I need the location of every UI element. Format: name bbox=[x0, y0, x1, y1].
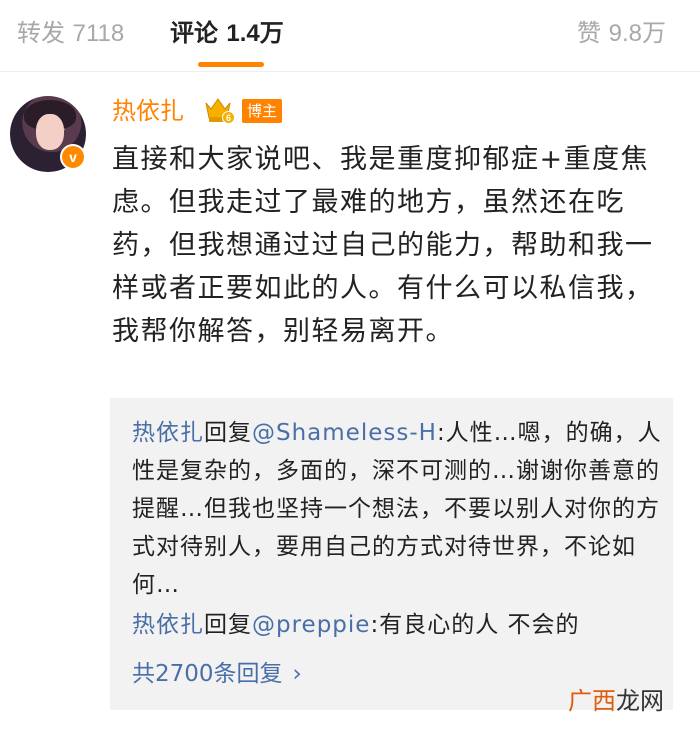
tab-like[interactable]: 赞 9.8万 bbox=[577, 16, 666, 51]
crown-icon[interactable]: 6 bbox=[203, 94, 235, 124]
more-replies-link[interactable]: 共2700条回复 › bbox=[132, 656, 302, 692]
more-replies-label: 共2700条回复 bbox=[132, 661, 283, 687]
watermark-part2: 龙网 bbox=[616, 687, 664, 715]
tab-repost-count: 7118 bbox=[72, 20, 125, 47]
tab-like-count: 9.8万 bbox=[608, 20, 666, 47]
verified-badge-icon: v bbox=[60, 144, 86, 170]
comment-text: 直接和大家说吧、我是重度抑郁症+重度焦虑。但我走过了最难的地方，虽然还在吃药，但… bbox=[112, 144, 654, 347]
reply-box[interactable]: 热依扎回复@Shameless-H:人性…嗯，的确，人性是复杂的，多面的，深不可… bbox=[110, 398, 673, 710]
tab-like-label: 赞 bbox=[576, 19, 601, 47]
reply-mention[interactable]: @Shameless-H bbox=[252, 420, 437, 446]
watermark-part1: 广西 bbox=[568, 687, 616, 715]
tab-repost-label: 转发 bbox=[17, 19, 65, 47]
reply-action: 回复 bbox=[204, 420, 252, 446]
watermark: 广西龙网 bbox=[568, 684, 664, 718]
chevron-right-icon: › bbox=[292, 661, 302, 687]
reply-item[interactable]: 热依扎回复@Shameless-H:人性…嗯，的确，人性是复杂的，多面的，深不可… bbox=[132, 414, 662, 604]
tab-bar: 转发 7118 评论 1.4万 赞 9.8万 bbox=[0, 0, 700, 72]
tab-comment[interactable]: 评论 1.4万 bbox=[170, 16, 284, 51]
tab-comment-count: 1.4万 bbox=[226, 20, 284, 47]
reply-author[interactable]: 热依扎 bbox=[132, 420, 204, 446]
active-tab-indicator bbox=[198, 62, 264, 67]
tab-repost[interactable]: 转发 7118 bbox=[17, 16, 124, 51]
reply-text: :人性…嗯，的确，人性是复杂的，多面的，深不可测的…谢谢你善意的提醒…但我也坚持… bbox=[132, 420, 662, 598]
avatar-face bbox=[36, 114, 64, 150]
tab-comment-label: 评论 bbox=[170, 19, 218, 47]
author-tag: 博主 bbox=[242, 99, 283, 123]
crown-level: 6 bbox=[222, 111, 235, 124]
comment-username[interactable]: 热依扎 bbox=[112, 95, 184, 127]
reply-item[interactable]: 热依扎回复@preppie:有良心的人 不会的 bbox=[132, 606, 662, 644]
reply-mention[interactable]: @preppie bbox=[252, 612, 370, 638]
reply-text: :有良心的人 不会的 bbox=[370, 612, 580, 638]
reply-action: 回复 bbox=[204, 612, 252, 638]
reply-author[interactable]: 热依扎 bbox=[132, 612, 204, 638]
